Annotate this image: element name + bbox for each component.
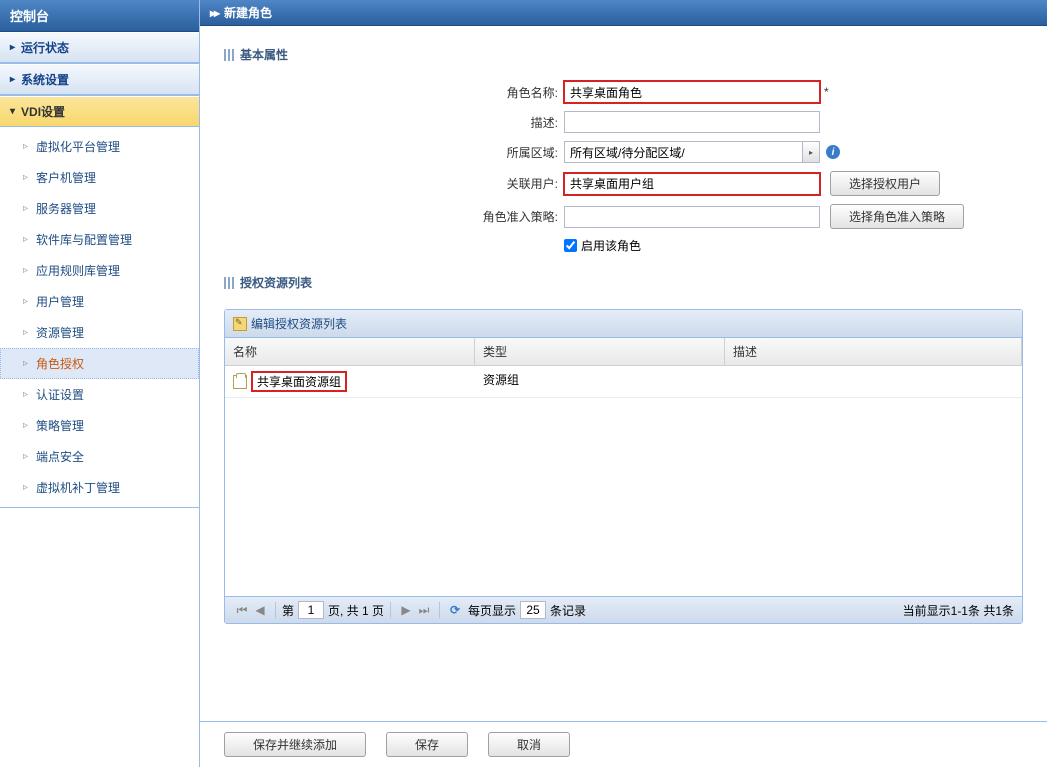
resource-grid-panel: 编辑授权资源列表 名称 类型 描述 共享桌面资源组 — [224, 309, 1023, 624]
nav-item-client[interactable]: ▹客户机管理 — [0, 162, 199, 193]
desc-input[interactable] — [564, 111, 820, 133]
nav-item-resources[interactable]: ▹资源管理 — [0, 317, 199, 348]
section-bars-icon — [224, 49, 234, 61]
sidebar: 控制台 ▸ 运行状态 ▸ 系统设置 ▾ VDI设置 ▹虚拟化平台管理 ▹客户机管… — [0, 0, 200, 767]
nav-item-vmpatch[interactable]: ▹虚拟机补丁管理 — [0, 472, 199, 503]
chevron-right-icon: ▸ — [10, 42, 15, 53]
select-user-button[interactable]: 选择授权用户 — [830, 171, 940, 196]
page-title: 新建角色 — [224, 4, 272, 21]
bullet-icon: ▹ — [23, 265, 28, 276]
pager-perpage-input[interactable] — [520, 601, 546, 619]
nav-panel-vdi[interactable]: ▾ VDI设置 — [0, 96, 199, 127]
label-policy: 角色准入策略: — [224, 208, 564, 225]
nav-item-policy[interactable]: ▹策略管理 — [0, 410, 199, 441]
nav-item-software[interactable]: ▹软件库与配置管理 — [0, 224, 199, 255]
nav-item-users[interactable]: ▹用户管理 — [0, 286, 199, 317]
nav-panel-system[interactable]: ▸ 系统设置 — [0, 64, 199, 95]
pager-sep — [439, 602, 440, 618]
nav-item-auth[interactable]: ▹认证设置 — [0, 379, 199, 410]
pager-next-button[interactable]: ▶ — [397, 601, 415, 619]
info-icon[interactable]: i — [826, 145, 840, 159]
policy-input[interactable] — [564, 206, 820, 228]
region-input[interactable] — [564, 141, 802, 163]
role-name-input[interactable] — [564, 81, 820, 103]
enable-role-label: 启用该角色 — [581, 237, 641, 254]
chevrons-icon: ▸▸ — [210, 6, 218, 20]
pager-last-button[interactable]: ⏭ — [415, 601, 433, 619]
pager-prev-button[interactable]: ◀ — [251, 601, 269, 619]
save-button[interactable]: 保存 — [386, 732, 468, 757]
select-policy-button[interactable]: 选择角色准入策略 — [830, 204, 964, 229]
row-name-cell: 共享桌面资源组 — [251, 371, 347, 392]
bullet-icon: ▹ — [23, 141, 28, 152]
resource-group-icon — [233, 375, 247, 389]
enable-role-checkbox[interactable] — [564, 239, 577, 252]
edit-icon — [233, 317, 247, 331]
cancel-button[interactable]: 取消 — [488, 732, 570, 757]
bullet-icon: ▹ — [23, 358, 28, 369]
nav-item-server[interactable]: ▹服务器管理 — [0, 193, 199, 224]
nav-item-endpoint[interactable]: ▹端点安全 — [0, 441, 199, 472]
pager-first-button[interactable]: ⏮ — [233, 601, 251, 619]
pager-refresh-button[interactable]: ⟳ — [446, 601, 464, 619]
nav-item-role-auth[interactable]: ▹角色授权 — [0, 348, 199, 379]
pager-sep — [275, 602, 276, 618]
col-header-desc[interactable]: 描述 — [725, 338, 1022, 365]
assoc-user-input[interactable] — [564, 173, 820, 195]
section-title-basic: 基本属性 — [224, 46, 1023, 63]
label-role-name: 角色名称: — [224, 84, 564, 101]
label-desc: 描述: — [224, 114, 564, 131]
pager-page-input[interactable] — [298, 601, 324, 619]
nav-panel-runtime[interactable]: ▸ 运行状态 — [0, 32, 199, 63]
bullet-icon: ▹ — [23, 234, 28, 245]
required-star: * — [824, 85, 829, 99]
chevron-down-icon: ▾ — [10, 106, 15, 117]
nav-item-apprules[interactable]: ▹应用规则库管理 — [0, 255, 199, 286]
section-bars-icon — [224, 277, 234, 289]
region-dropdown-button[interactable]: ▸ — [802, 141, 820, 163]
bullet-icon: ▹ — [23, 327, 28, 338]
edit-resource-list-button[interactable]: 编辑授权资源列表 — [233, 315, 347, 332]
bullet-icon: ▹ — [23, 482, 28, 493]
section-title-resources: 授权资源列表 — [224, 274, 1023, 291]
bottom-bar: 保存并继续添加 保存 取消 — [200, 721, 1047, 767]
table-row[interactable]: 共享桌面资源组 资源组 — [225, 366, 1022, 398]
grid-pager: ⏮ ◀ 第 页, 共 1 页 ▶ ⏭ ⟳ 每页显示 条记录 — [225, 596, 1022, 623]
sidebar-title: 控制台 — [0, 0, 199, 32]
col-header-type[interactable]: 类型 — [475, 338, 725, 365]
breadcrumb: ▸▸ 新建角色 — [200, 0, 1047, 26]
bullet-icon: ▹ — [23, 451, 28, 462]
grid-header: 名称 类型 描述 — [225, 338, 1022, 366]
bullet-icon: ▹ — [23, 420, 28, 431]
grid-body: 共享桌面资源组 资源组 — [225, 366, 1022, 596]
bullet-icon: ▹ — [23, 389, 28, 400]
main-area: ▸▸ 新建角色 基本属性 角色名称: * 描述: — [200, 0, 1047, 767]
pager-label-records: 条记录 — [550, 602, 586, 619]
save-continue-button[interactable]: 保存并继续添加 — [224, 732, 366, 757]
nav-item-virtplatform[interactable]: ▹虚拟化平台管理 — [0, 131, 199, 162]
pager-label-of: 页, 共 1 页 — [328, 602, 384, 619]
row-desc-cell — [725, 366, 1022, 397]
label-region: 所属区域: — [224, 144, 564, 161]
pager-summary: 当前显示1-1条 共1条 — [903, 602, 1014, 619]
grid-toolbar: 编辑授权资源列表 — [225, 310, 1022, 338]
pager-label-per: 每页显示 — [468, 602, 516, 619]
bullet-icon: ▹ — [23, 172, 28, 183]
nav-tree: ▹虚拟化平台管理 ▹客户机管理 ▹服务器管理 ▹软件库与配置管理 ▹应用规则库管… — [0, 127, 199, 507]
col-header-name[interactable]: 名称 — [225, 338, 475, 365]
label-assoc-user: 关联用户: — [224, 175, 564, 192]
bullet-icon: ▹ — [23, 203, 28, 214]
pager-label-page: 第 — [282, 602, 294, 619]
bullet-icon: ▹ — [23, 296, 28, 307]
chevron-right-icon: ▸ — [10, 74, 15, 85]
pager-sep — [390, 602, 391, 618]
row-type-cell: 资源组 — [475, 366, 725, 397]
